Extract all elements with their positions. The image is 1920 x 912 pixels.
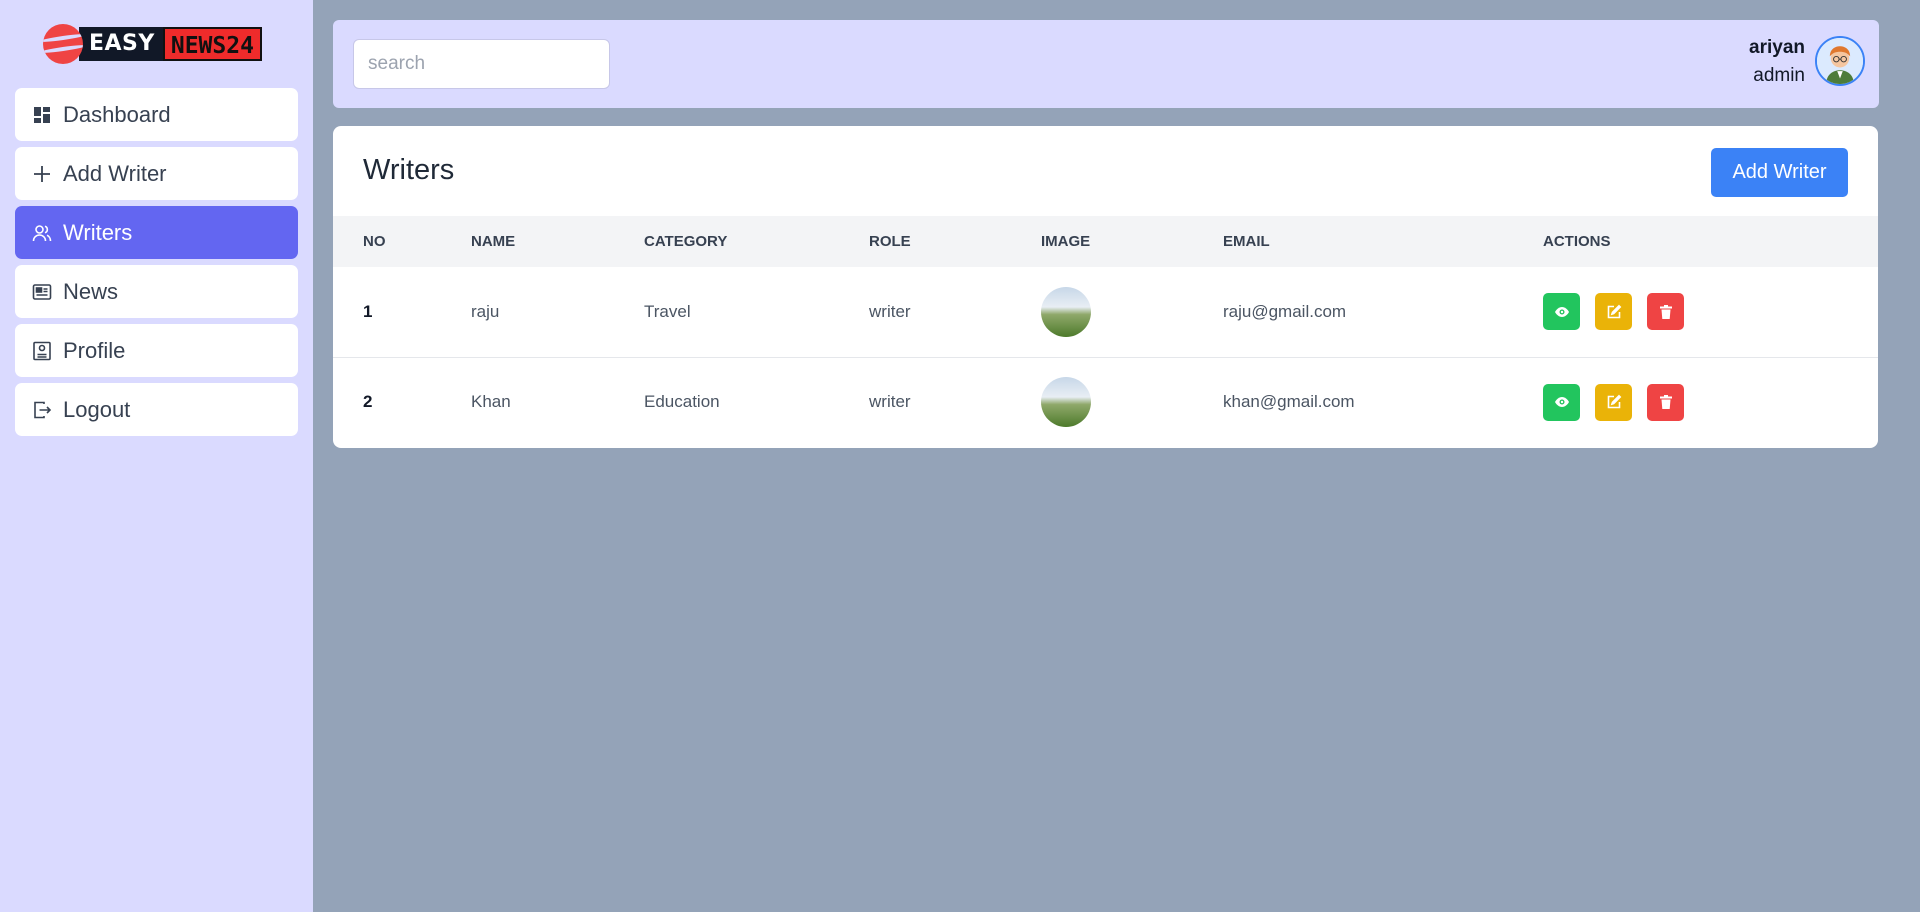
column-header-category: CATEGORY — [644, 233, 728, 250]
cell-actions — [1543, 357, 1878, 447]
sidebar-item-label: Logout — [63, 396, 131, 422]
search-input[interactable] — [353, 39, 610, 89]
edit-button[interactable] — [1595, 383, 1632, 421]
sidebar-item-label: Add Writer — [63, 160, 167, 186]
table-row: 1 raju Travel writer raju@gmail.com — [333, 267, 1878, 357]
cell-no: 2 — [363, 392, 373, 412]
view-button[interactable] — [1543, 293, 1580, 331]
cell-name: raju — [471, 301, 500, 321]
brand-part-easy: EASY — [79, 27, 163, 61]
cell-image — [1041, 357, 1223, 447]
cell-no: 1 — [363, 301, 373, 321]
cell-role: writer — [869, 392, 911, 412]
delete-button[interactable] — [1647, 293, 1684, 331]
brand-part-news: NEWS24 — [162, 27, 262, 61]
sidebar-item-label: Profile — [63, 337, 126, 363]
plus-icon — [31, 163, 53, 185]
users-icon — [31, 222, 53, 244]
eye-icon — [1554, 306, 1569, 317]
logout-icon — [31, 399, 53, 421]
edit-button[interactable] — [1595, 293, 1632, 331]
trash-icon — [1659, 304, 1672, 319]
sidebar-item-logout[interactable]: Logout — [15, 383, 298, 436]
brand-logo[interactable]: EASY NEWS24 — [43, 24, 262, 64]
writers-card: Writers Add Writer NO NAME CATEGORY ROLE… — [333, 126, 1878, 448]
writer-image — [1041, 286, 1091, 337]
dashboard-icon — [31, 104, 53, 126]
add-writer-button[interactable]: Add Writer — [1711, 148, 1848, 197]
sidebar-item-news[interactable]: News — [15, 265, 298, 318]
writers-table: NO NAME CATEGORY ROLE IMAGE EMAIL ACTION… — [333, 216, 1878, 447]
cell-email: raju@gmail.com — [1223, 301, 1347, 321]
sidebar-nav: Dashboard Add Writer Writers News Profil… — [15, 88, 298, 442]
eye-icon — [1554, 397, 1569, 408]
sidebar-item-label: Dashboard — [63, 101, 171, 127]
page-title: Writers — [363, 154, 455, 186]
sidebar-item-dashboard[interactable]: Dashboard — [15, 88, 298, 141]
column-header-actions: ACTIONS — [1543, 233, 1611, 250]
user-menu[interactable]: ariyan admin — [1749, 33, 1865, 89]
newspaper-icon — [31, 281, 53, 303]
sidebar-item-profile[interactable]: Profile — [15, 324, 298, 377]
user-name: ariyan — [1749, 37, 1805, 58]
profile-icon — [31, 340, 53, 362]
user-role: admin — [1753, 65, 1805, 86]
cell-actions — [1543, 267, 1878, 357]
edit-icon — [1607, 394, 1621, 409]
top-header: ariyan admin — [333, 20, 1879, 108]
column-header-image: IMAGE — [1041, 233, 1091, 250]
column-header-no: NO — [363, 233, 386, 250]
user-info: ariyan admin — [1749, 33, 1805, 89]
cell-category: Education — [644, 392, 720, 412]
table-row: 2 Khan Education writer khan@gmail.com — [333, 357, 1878, 447]
cell-role: writer — [869, 301, 911, 321]
sidebar: EASY NEWS24 Dashboard Add Writer Writers — [0, 0, 313, 912]
trash-icon — [1659, 395, 1672, 410]
table-header-row: NO NAME CATEGORY ROLE IMAGE EMAIL ACTION… — [333, 216, 1878, 267]
sidebar-item-label: Writers — [63, 219, 133, 245]
sidebar-item-add-writer[interactable]: Add Writer — [15, 147, 298, 200]
sidebar-item-writers[interactable]: Writers — [15, 206, 298, 259]
column-header-role: ROLE — [869, 233, 911, 250]
sidebar-item-label: News — [63, 278, 119, 304]
globe-icon — [43, 24, 83, 64]
writer-image — [1041, 377, 1091, 428]
delete-button[interactable] — [1647, 383, 1684, 421]
cell-name: Khan — [471, 392, 511, 412]
edit-icon — [1607, 304, 1621, 319]
cell-category: Travel — [644, 301, 691, 321]
cell-email: khan@gmail.com — [1223, 392, 1355, 412]
column-header-email: EMAIL — [1223, 233, 1270, 250]
view-button[interactable] — [1543, 383, 1580, 421]
column-header-name: NAME — [471, 233, 516, 250]
avatar[interactable] — [1815, 36, 1865, 86]
cell-image — [1041, 267, 1223, 357]
